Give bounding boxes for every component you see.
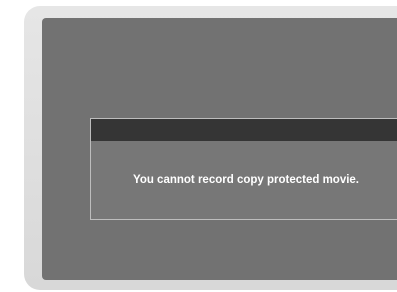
- tv-screen-bezel: You cannot record copy protected movie.: [24, 6, 397, 290]
- message-dialog: You cannot record copy protected movie.: [90, 118, 397, 220]
- dialog-message: You cannot record copy protected movie.: [133, 174, 359, 186]
- dialog-titlebar: [91, 119, 397, 141]
- osd-background: You cannot record copy protected movie.: [42, 18, 397, 280]
